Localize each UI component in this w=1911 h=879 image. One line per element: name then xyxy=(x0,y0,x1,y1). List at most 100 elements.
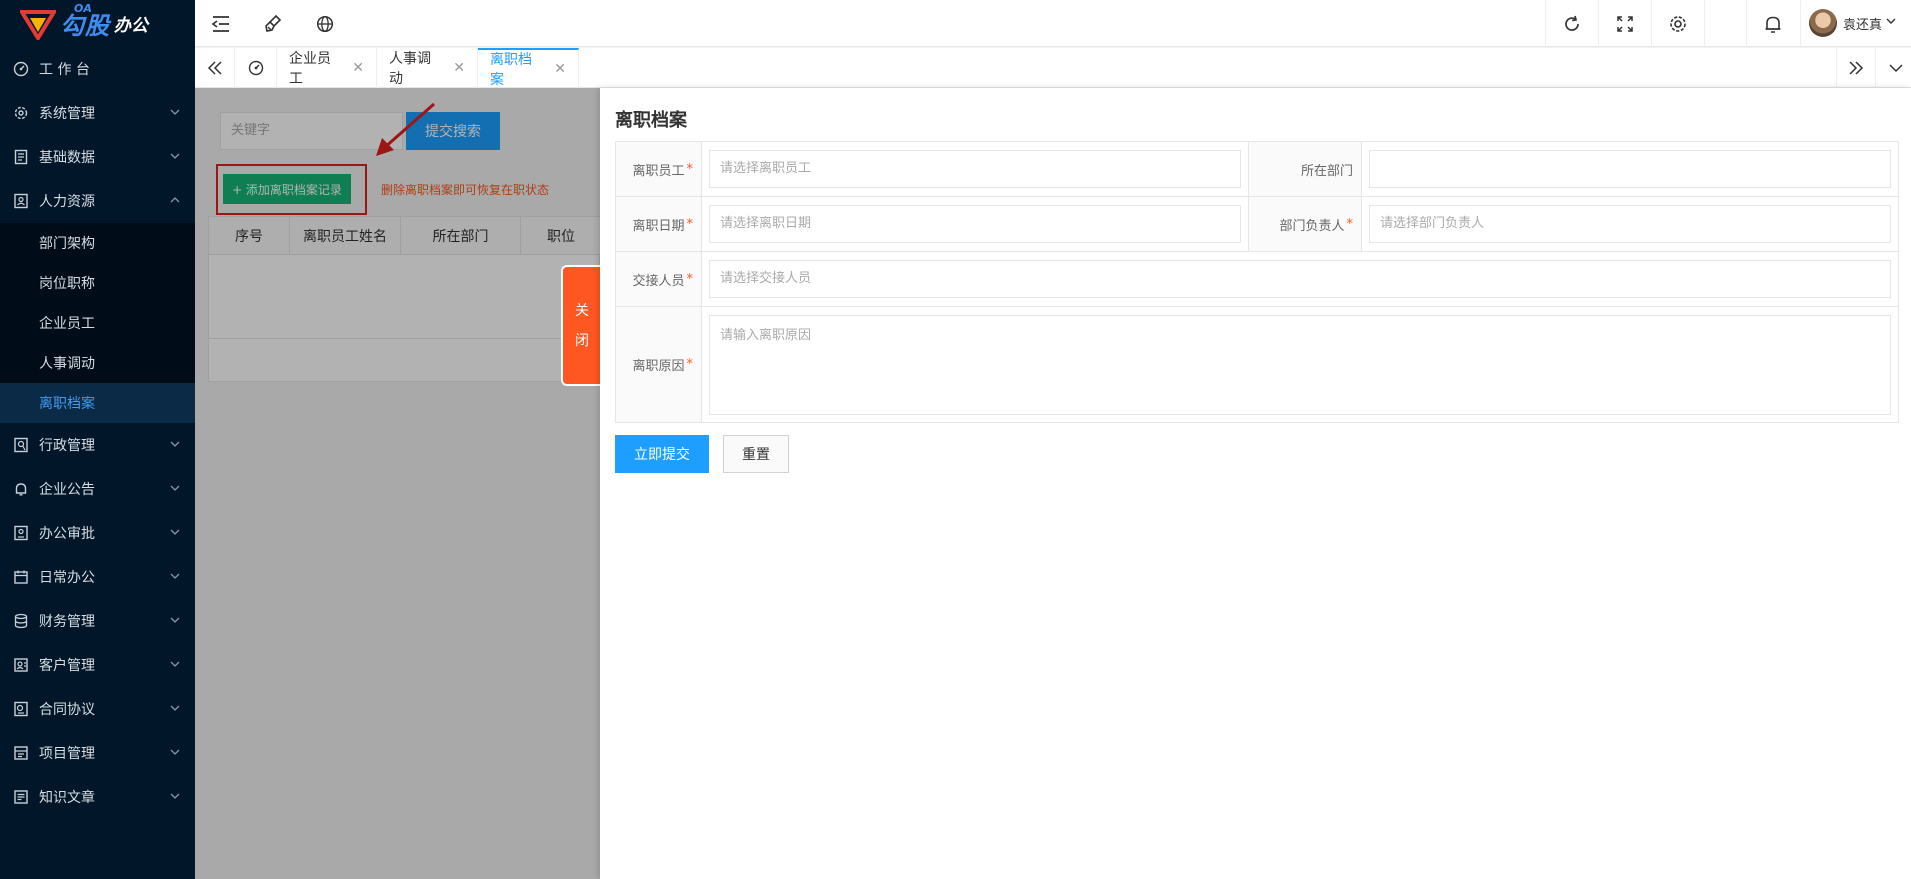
logo-oa-text: OA xyxy=(74,2,92,15)
sidebar-item-customers[interactable]: 客户管理 xyxy=(0,643,195,687)
sidebar-item-label: 人力资源 xyxy=(39,194,95,210)
tab-home-dashboard-icon[interactable] xyxy=(235,48,277,88)
chevron-down-icon xyxy=(169,658,181,674)
employee-label: 离职员工 * xyxy=(616,142,702,196)
hr-submenu: 部门架构 岗位职称 企业员工 人事调动 离职档案 xyxy=(0,223,195,423)
fullscreen-icon[interactable] xyxy=(1599,0,1651,47)
tab-label: 离职档案 xyxy=(490,52,532,88)
sidebar-item-hr[interactable]: 人力资源 xyxy=(0,179,195,223)
sidebar-item-label: 行政管理 xyxy=(39,438,95,454)
bell-icon xyxy=(12,480,30,498)
user-name: 袁还真 xyxy=(1842,17,1882,33)
sidebar-item-label: 基础数据 xyxy=(39,150,95,166)
department-leader-select[interactable]: 请选择部门负责人 xyxy=(1369,205,1891,243)
reason-textarea[interactable]: 请输入离职原因 xyxy=(709,314,1891,415)
sidebar-item-label: 系统管理 xyxy=(39,106,95,122)
contract-icon xyxy=(12,700,30,718)
sidebar-item-label: 客户管理 xyxy=(39,658,95,674)
department-field[interactable] xyxy=(1369,150,1891,188)
sidebar-item-articles[interactable]: 知识文章 xyxy=(0,775,195,819)
clear-cache-broom-icon[interactable] xyxy=(247,0,299,47)
chevron-down-icon xyxy=(169,790,181,806)
panel-title: 离职档案 xyxy=(615,110,687,131)
resignation-form: 离职员工 * 请选择离职员工 所在部门 离职日期 * 请选择离职日期 部门负责人 * … xyxy=(615,141,1899,423)
chevron-down-icon xyxy=(169,570,181,586)
employee-select[interactable]: 请选择离职员工 xyxy=(709,150,1241,188)
chevron-down-icon xyxy=(169,614,181,630)
close-panel-button[interactable]: 关 闭 xyxy=(561,265,601,386)
sidebar-subitem-employees[interactable]: 企业员工 xyxy=(0,303,195,343)
settings-gear-icon[interactable] xyxy=(1652,0,1704,47)
sidebar-item-basic-data[interactable]: 基础数据 xyxy=(0,135,195,179)
reason-label: 离职原因 * xyxy=(616,307,702,422)
refresh-icon[interactable] xyxy=(1546,0,1598,47)
sidebar-item-projects[interactable]: 项目管理 xyxy=(0,731,195,775)
sidebar-item-dashboard[interactable]: 工 作 台 xyxy=(0,47,195,91)
chevron-down-icon xyxy=(169,702,181,718)
form-row: 离职员工 * 请选择离职员工 所在部门 xyxy=(616,142,1898,197)
tab-transfers[interactable]: 人事调动 ✕ xyxy=(377,48,478,88)
customer-icon xyxy=(12,656,30,674)
form-row: 离职原因 * 请输入离职原因 xyxy=(616,307,1898,422)
close-icon[interactable]: ✕ xyxy=(453,60,465,76)
collapse-menu-icon[interactable] xyxy=(195,0,247,47)
sidebar: OA 勾股 办公 工 作 台 系统管理 基础数据 人力资源 部门架构 岗位职称 … xyxy=(0,0,195,879)
sidebar-item-label: 办公审批 xyxy=(39,526,95,542)
sidebar-item-system[interactable]: 系统管理 xyxy=(0,91,195,135)
chevron-down-icon xyxy=(1885,15,1897,31)
tab-label: 人事调动 xyxy=(389,51,431,87)
department-label: 所在部门 xyxy=(1248,142,1362,196)
article-icon xyxy=(12,788,30,806)
gear-icon xyxy=(12,104,30,122)
sidebar-item-label: 工 作 台 xyxy=(39,62,90,78)
form-row: 离职日期 * 请选择离职日期 部门负责人 * 请选择部门负责人 xyxy=(616,197,1898,252)
tabs-scroll-left-icon[interactable] xyxy=(195,48,235,88)
chevron-down-icon xyxy=(169,482,181,498)
avatar xyxy=(1808,9,1837,37)
handover-label: 交接人员 * xyxy=(616,252,702,306)
approval-icon xyxy=(12,524,30,542)
sidebar-item-label: 合同协议 xyxy=(39,702,95,718)
sidebar-subitem-positions[interactable]: 岗位职称 xyxy=(0,263,195,303)
tab-employees[interactable]: 企业员工 ✕ xyxy=(277,48,377,88)
notification-bell-icon[interactable] xyxy=(1747,0,1799,47)
modal-overlay[interactable] xyxy=(195,88,600,879)
submit-button[interactable]: 立即提交 xyxy=(615,435,709,473)
user-card-icon xyxy=(12,192,30,210)
tabs-menu-chevron-down-icon[interactable] xyxy=(1876,48,1911,88)
sidebar-item-finance[interactable]: 财务管理 xyxy=(0,599,195,643)
sidebar-subitem-transfers[interactable]: 人事调动 xyxy=(0,343,195,383)
sidebar-item-label: 财务管理 xyxy=(39,614,95,630)
close-icon[interactable]: ✕ xyxy=(352,60,364,76)
date-label: 离职日期 * xyxy=(616,197,702,251)
resignation-date-picker[interactable]: 请选择离职日期 xyxy=(709,205,1241,243)
globe-icon[interactable] xyxy=(299,0,351,47)
app-logo[interactable]: OA 勾股 办公 xyxy=(0,0,195,47)
sidebar-item-contracts[interactable]: 合同协议 xyxy=(0,687,195,731)
user-menu[interactable]: 袁还真 xyxy=(1808,9,1897,37)
close-char-1: 关 xyxy=(575,302,589,319)
sidebar-subitem-departments[interactable]: 部门架构 xyxy=(0,223,195,263)
chevron-down-icon xyxy=(169,526,181,542)
reset-button[interactable]: 重置 xyxy=(723,435,789,473)
handover-person-select[interactable]: 请选择交接人员 xyxy=(709,260,1891,298)
sidebar-item-approval[interactable]: 办公审批 xyxy=(0,511,195,555)
sidebar-item-announcements[interactable]: 企业公告 xyxy=(0,467,195,511)
tabs-scroll-right-icon[interactable] xyxy=(1836,48,1876,88)
document-icon xyxy=(12,148,30,166)
sidebar-item-label: 日常办公 xyxy=(39,570,95,586)
chevron-down-icon xyxy=(169,106,181,122)
sidebar-subitem-resignation[interactable]: 离职档案 xyxy=(0,383,195,423)
tab-resignation[interactable]: 离职档案 ✕ xyxy=(478,48,579,88)
top-header: 袁还真 xyxy=(195,0,1911,47)
sidebar-item-admin[interactable]: 行政管理 xyxy=(0,423,195,467)
project-icon xyxy=(12,744,30,762)
dashboard-icon xyxy=(12,60,30,78)
sidebar-nav: 工 作 台 系统管理 基础数据 人力资源 部门架构 岗位职称 企业员工 人事调动… xyxy=(0,47,195,819)
tabs-bar: 企业员工 ✕ 人事调动 ✕ 离职档案 ✕ xyxy=(195,48,1911,88)
logo-icon xyxy=(20,9,56,40)
close-icon[interactable]: ✕ xyxy=(554,61,566,77)
chevron-down-icon xyxy=(169,746,181,762)
chevron-up-icon xyxy=(169,194,181,210)
sidebar-item-daily[interactable]: 日常办公 xyxy=(0,555,195,599)
